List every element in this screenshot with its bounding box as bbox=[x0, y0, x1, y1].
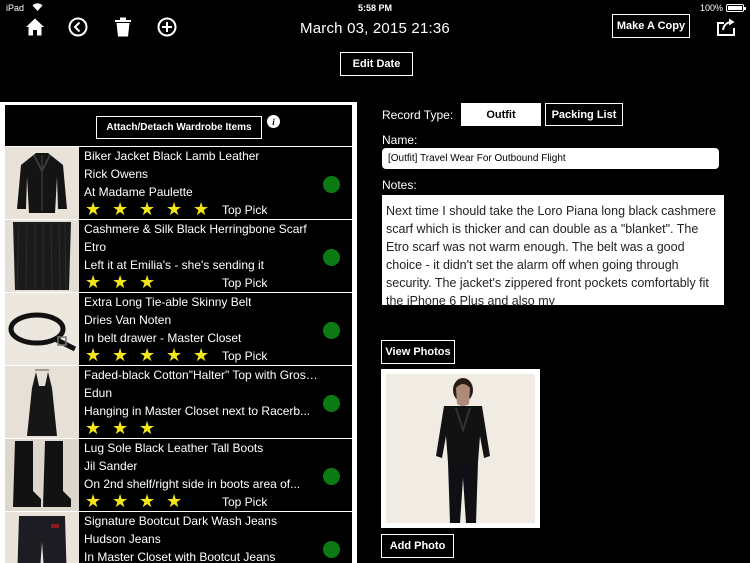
item-location: Hanging in Master Closet next to Racerb.… bbox=[84, 404, 311, 418]
star-icon: ★ bbox=[139, 491, 156, 511]
star-icon: ★ bbox=[85, 491, 102, 511]
jeans-thumbnail bbox=[5, 512, 79, 563]
top-thumbnail bbox=[5, 366, 79, 438]
wardrobe-item[interactable]: Faded-black Cotton"Halter" Top with Gros… bbox=[5, 366, 352, 438]
battery-icon bbox=[726, 4, 746, 12]
wardrobe-item[interactable]: Cashmere & Silk Black Herringbone Scarf … bbox=[5, 220, 352, 292]
star-icon: ★ bbox=[85, 272, 102, 292]
star-icon: ★ bbox=[85, 418, 102, 438]
status-dot bbox=[323, 541, 340, 558]
status-time: 5:58 PM bbox=[357, 3, 392, 13]
attach-detach-button[interactable]: Attach/Detach Wardrobe Items bbox=[96, 116, 262, 139]
star-icon: ★ bbox=[193, 345, 210, 365]
star-icon: ★ bbox=[139, 199, 156, 219]
item-brand: Etro bbox=[84, 240, 107, 254]
status-dot bbox=[323, 395, 340, 412]
wardrobe-panel: Attach/Detach Wardrobe Items i Biker Jac… bbox=[0, 102, 357, 563]
wardrobe-item[interactable]: Signature Bootcut Dark Wash Jeans Hudson… bbox=[5, 512, 352, 563]
status-dot bbox=[323, 468, 340, 485]
top-pick-label: Top Pick bbox=[222, 349, 268, 363]
wardrobe-list[interactable]: Biker Jacket Black Lamb Leather Rick Owe… bbox=[5, 147, 352, 563]
item-brand: Edun bbox=[84, 386, 113, 400]
name-label: Name: bbox=[382, 133, 418, 147]
outfit-photo[interactable] bbox=[381, 369, 540, 528]
scarf-thumbnail bbox=[5, 220, 79, 292]
item-name: Extra Long Tie-able Skinny Belt bbox=[84, 295, 252, 309]
item-location: Left it at Emilia's - she's sending it bbox=[84, 258, 264, 272]
star-icon: ★ bbox=[85, 345, 102, 365]
notes-textarea[interactable]: Next time I should take the Loro Piana l… bbox=[382, 195, 724, 305]
wardrobe-item[interactable]: Biker Jacket Black Lamb Leather Rick Owe… bbox=[5, 147, 352, 219]
notes-label: Notes: bbox=[382, 178, 417, 192]
star-icon: ★ bbox=[112, 199, 129, 219]
star-icon: ★ bbox=[166, 491, 183, 511]
add-photo-button[interactable]: Add Photo bbox=[381, 534, 454, 558]
star-icon: ★ bbox=[112, 418, 129, 438]
item-brand: Dries Van Noten bbox=[84, 313, 172, 327]
star-icon: ★ bbox=[139, 345, 156, 365]
view-photos-button[interactable]: View Photos bbox=[381, 340, 455, 364]
item-location: At Madame Paulette bbox=[84, 185, 193, 199]
item-location: In Master Closet with Bootcut Jeans bbox=[84, 550, 276, 563]
item-name: Lug Sole Black Leather Tall Boots bbox=[84, 441, 264, 455]
wardrobe-item[interactable]: Extra Long Tie-able Skinny Belt Dries Va… bbox=[5, 293, 352, 365]
item-name: Signature Bootcut Dark Wash Jeans bbox=[84, 514, 277, 528]
item-name: Cashmere & Silk Black Herringbone Scarf bbox=[84, 222, 307, 236]
battery-percent: 100% bbox=[699, 3, 723, 13]
outfit-photo-image bbox=[386, 374, 535, 523]
top-pick-label: Top Pick bbox=[222, 203, 268, 217]
item-location: In belt drawer - Master Closet bbox=[84, 331, 242, 345]
star-icon: ★ bbox=[166, 345, 183, 365]
jacket-thumbnail bbox=[5, 147, 79, 219]
top-pick-label: Top Pick bbox=[222, 276, 268, 290]
info-icon[interactable]: i bbox=[267, 115, 280, 128]
status-dot bbox=[323, 176, 340, 193]
item-brand: Rick Owens bbox=[84, 167, 149, 181]
star-icon: ★ bbox=[139, 418, 156, 438]
belt-thumbnail bbox=[5, 293, 79, 365]
star-icon: ★ bbox=[112, 491, 129, 511]
wardrobe-item[interactable]: Lug Sole Black Leather Tall Boots Jil Sa… bbox=[5, 439, 352, 511]
item-location: On 2nd shelf/right side in boots area of… bbox=[84, 477, 301, 491]
item-brand: Jil Sander bbox=[84, 459, 138, 473]
edit-date-button[interactable]: Edit Date bbox=[340, 52, 413, 76]
boots-thumbnail bbox=[5, 439, 79, 511]
record-type-outfit[interactable]: Outfit bbox=[461, 103, 541, 126]
item-brand: Hudson Jeans bbox=[84, 532, 161, 546]
star-icon: ★ bbox=[166, 199, 183, 219]
record-type-label: Record Type: bbox=[382, 108, 454, 122]
item-name: Faded-black Cotton"Halter" Top with Gros… bbox=[84, 368, 324, 382]
star-icon: ★ bbox=[112, 345, 129, 365]
top-pick-label: Top Pick bbox=[222, 495, 268, 509]
name-field[interactable]: [Outfit] Travel Wear For Outbound Flight bbox=[382, 148, 719, 169]
wardrobe-panel-header: Attach/Detach Wardrobe Items i bbox=[5, 105, 352, 146]
star-icon: ★ bbox=[139, 272, 156, 292]
star-icon: ★ bbox=[112, 272, 129, 292]
share-icon[interactable] bbox=[716, 17, 736, 37]
item-name: Biker Jacket Black Lamb Leather bbox=[84, 149, 260, 163]
star-icon: ★ bbox=[193, 199, 210, 219]
star-icon: ★ bbox=[85, 199, 102, 219]
record-type-packing-list[interactable]: Packing List bbox=[545, 103, 623, 126]
status-dot bbox=[323, 322, 340, 339]
make-copy-button[interactable]: Make A Copy bbox=[612, 14, 690, 38]
status-dot bbox=[323, 249, 340, 266]
